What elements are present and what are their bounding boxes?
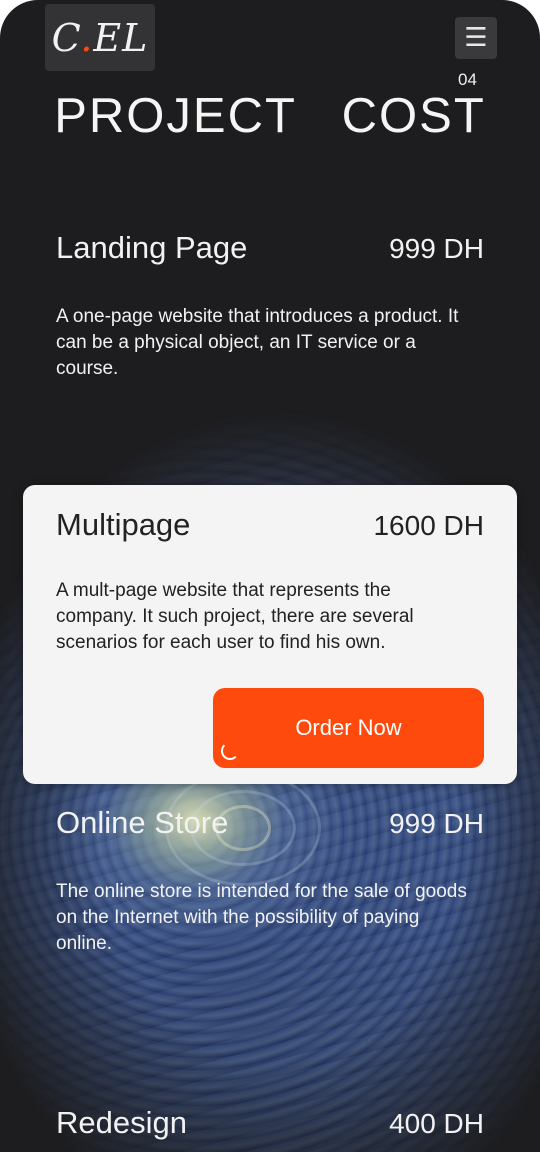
app-screen: C.EL ☰ 04 PROJECT COST Landing Page 999 … — [0, 0, 540, 1152]
menu-button[interactable]: ☰ — [455, 17, 497, 59]
order-now-button[interactable]: Order Now — [213, 688, 484, 768]
plan-description: A mult-page website that represents the … — [56, 580, 414, 653]
plan-card-multipage: Multipage 1600 DH A mult-page website th… — [23, 485, 517, 784]
plan-landing-page: Landing Page 999 DH A one-page website t… — [56, 230, 484, 382]
plan-description: A one-page website that introduces a pro… — [56, 306, 459, 379]
plan-price: 999 DH — [389, 808, 484, 839]
plan-multipage: Multipage 1600 DH A mult-page website th… — [56, 507, 484, 656]
plan-name: Redesign — [56, 1105, 187, 1140]
plan-name: Landing Page — [56, 230, 248, 265]
hamburger-icon: ☰ — [464, 23, 488, 53]
logo[interactable]: C.EL — [45, 4, 155, 71]
plan-price: 999 DH — [389, 233, 484, 264]
plan-redesign: Redesign 400 DH — [56, 1105, 484, 1141]
plan-price: 1600 DH — [373, 510, 484, 541]
plan-name: Multipage — [56, 507, 191, 542]
page-title: PROJECT COST — [54, 89, 486, 143]
plan-description: The online store is intended for the sal… — [56, 881, 467, 954]
plan-name: Online Store — [56, 805, 229, 840]
loading-spinner-icon — [221, 742, 239, 760]
order-now-label: Order Now — [295, 715, 402, 740]
logo-text-start: C — [51, 15, 81, 60]
plan-online-store: Online Store 999 DH The online store is … — [56, 805, 484, 957]
logo-dot: . — [80, 15, 94, 60]
logo-text-end: EL — [93, 15, 149, 60]
plan-price: 400 DH — [389, 1108, 484, 1139]
section-number: 04 — [458, 70, 477, 89]
